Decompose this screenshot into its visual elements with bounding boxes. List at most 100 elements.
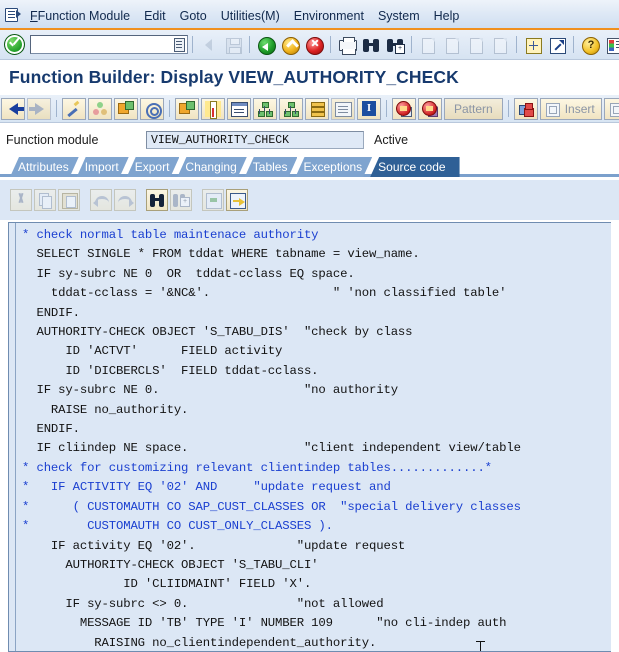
toolbar-separator [507,100,509,117]
save-icon [222,34,244,55]
pencil-icon [66,101,82,117]
command-field[interactable] [30,35,188,54]
display-change-button[interactable] [62,97,86,120]
command-input[interactable] [31,36,172,53]
back-green-arrow-icon[interactable] [255,34,277,55]
cancel-red-x-icon[interactable] [303,34,325,55]
tab-import[interactable]: Import [77,157,129,177]
toolbar-separator [516,36,517,53]
menu-item-utilities[interactable]: Utilities(M) [214,9,287,24]
vertical-scrollbar[interactable] [611,222,619,652]
menu-item-help[interactable]: Help [427,9,467,24]
customize-local-layout-icon[interactable] [603,34,619,55]
tab-exceptions[interactable]: Exceptions [295,157,372,177]
editor-toolbar: + [0,180,619,220]
menu-label-help: Help [433,9,460,23]
tab-tables[interactable]: Tables [245,157,298,177]
editor-left-rail [9,223,16,651]
system-toolbar: + ? [0,30,619,60]
application-toolbar: Pattern Insert Re [0,95,619,123]
info-button[interactable] [357,97,381,120]
code-line: IF cliindep NE space. "client independen… [22,441,521,456]
tab-attributes-label: Attributes [18,160,69,174]
menu-item-system[interactable]: System [371,9,427,24]
back-gray-arrow-icon [198,34,220,55]
back-arrow-button[interactable] [1,97,25,120]
code-line: * ( CUSTOMAUTH CO SAP_CUST_CLASSES OR "s… [22,499,521,514]
export-button[interactable] [418,97,442,120]
object-squares-icon [179,100,195,117]
replace-button: Re [603,97,619,120]
code-line: * check normal table maintenace authorit… [22,228,319,242]
paste-button [58,189,80,211]
import-button[interactable] [392,97,416,120]
menu-label-utilities: Utilities(M) [220,9,280,23]
activate-button[interactable] [114,97,138,120]
system-menu-icon[interactable] [3,7,21,23]
enter-check-icon[interactable] [4,34,25,55]
menu-item-edit[interactable]: Edit [137,9,173,24]
find-icon[interactable] [360,34,382,55]
code-line: MESSAGE ID 'TB' TYPE 'I' NUMBER 109 "no … [22,616,507,631]
print-icon[interactable] [336,34,358,55]
code-line: SELECT SINGLE * FROM tddat WHERE tabname… [22,247,420,262]
tab-import-label: Import [84,160,119,174]
call-hierarchy-button[interactable] [305,97,329,120]
menu-item-environment[interactable]: Environment [287,9,371,24]
code-line: ENDIF. [22,422,80,437]
tab-exceptions-label: Exceptions [303,160,363,174]
code-line: * check for customizing relevant clienti… [22,460,492,475]
tab-strip: Attributes Import Export Changing Tables… [0,155,619,177]
code-line: IF sy-subrc NE 0 OR tddat-cclass EQ spac… [22,266,355,281]
next-page-icon [465,34,487,55]
thermometer-icon [205,100,221,119]
menu-item-goto[interactable]: Goto [173,9,214,24]
where-used-list-button[interactable] [140,97,164,120]
download-button[interactable] [226,189,248,211]
previous-page-icon [441,34,463,55]
toolbar-separator [249,36,250,53]
function-module-input[interactable] [146,131,364,149]
insert-button: Insert [539,97,602,120]
tab-export-label: Export [134,160,170,174]
exit-yellow-arrow-icon[interactable] [279,34,301,55]
sap-gui-window: FFunction Module Edit Goto Utilities(M) … [0,0,619,652]
undo-button [90,189,112,211]
tab-export[interactable]: Export [127,157,180,177]
code-line: RAISE no_authority. [22,402,189,417]
traffic-balls-icon [92,101,108,117]
find-next-button: + [170,189,192,211]
last-page-icon [489,34,511,55]
code-line: ID 'CLIIDMAINT' FIELD 'X'. [22,577,312,592]
debugging-button[interactable] [201,97,225,120]
object-directory-button[interactable] [175,97,199,120]
tab-changing[interactable]: Changing [177,157,246,177]
menu-label-environment: Environment [293,9,364,23]
spiral-icon [144,101,162,119]
insert-icon [545,101,561,117]
create-session-icon[interactable] [522,34,544,55]
code-line: AUTHORITY-CHECK OBJECT 'S_TABU_DIS' "che… [22,325,413,340]
tab-attributes[interactable]: Attributes [10,157,79,177]
check-button[interactable] [88,97,112,120]
toolbar-separator [386,100,387,117]
tab-source-code[interactable]: Source code [370,157,460,177]
tab-tables-label: Tables [252,160,288,174]
menu-bar: FFunction Module Edit Goto Utilities(M) … [0,0,619,30]
pretty-printer-button[interactable] [513,97,538,120]
page-title: Function Builder: Display VIEW_AUTHORITY… [9,67,459,87]
single-test-button[interactable] [227,97,251,120]
release-button[interactable] [253,97,277,120]
menu-item-function-module[interactable]: FFunction Module [23,9,137,24]
hierarchy-button[interactable] [279,97,303,120]
create-shortcut-icon[interactable] [546,34,568,55]
source-code-editor[interactable]: * check normal table maintenace authorit… [8,222,611,652]
insert-button-label: Insert [564,101,595,116]
pattern-button: Pattern [444,97,503,120]
toolbar-separator [192,36,193,53]
code-lines-container[interactable]: * check normal table maintenace authorit… [17,223,611,651]
find-next-icon[interactable]: + [384,34,406,55]
help-icon[interactable]: ? [579,34,601,55]
command-field-dropdown-icon[interactable] [172,37,186,52]
find-button[interactable] [146,189,168,211]
